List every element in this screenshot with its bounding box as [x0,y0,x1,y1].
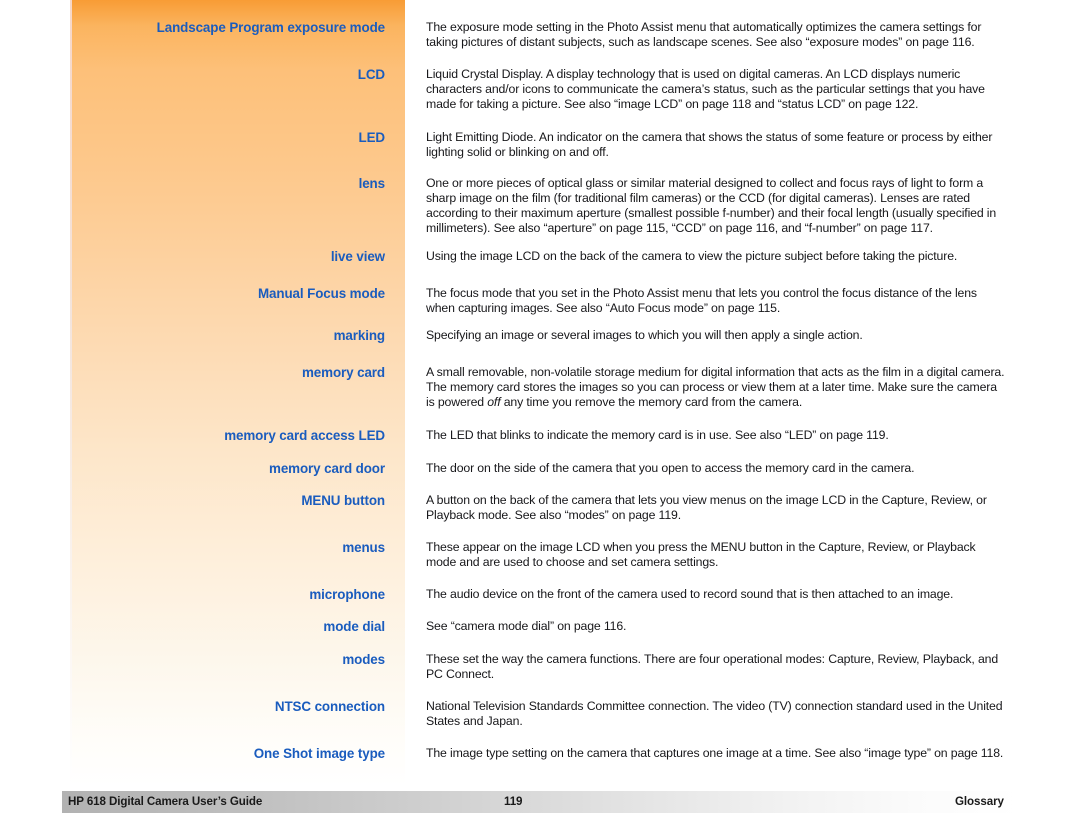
glossary-term: lens [358,176,386,191]
glossary-term: menus [342,540,385,555]
glossary-definition: Using the image LCD on the back of the c… [426,249,958,263]
glossary-definition: A button on the back of the camera that … [426,493,987,523]
glossary-term: memory card access LED [224,428,385,443]
glossary-term: marking [333,328,386,343]
glossary-term: MENU button [301,493,385,508]
glossary-definition: The door on the side of the camera that … [426,461,915,475]
glossary-term: Manual Focus mode [257,286,385,301]
glossary-definition: National Television Standards Committee … [426,699,1003,729]
glossary-term: live view [330,249,385,264]
footer-page-number: 119 [504,795,523,808]
footer-section-label: Glossary [955,795,1004,808]
glossary-definition: A small removable, non-volatile storage … [426,365,1006,410]
emphasis-text: off [487,395,501,410]
glossary-term: LED [358,130,386,145]
glossary-term: modes [342,652,385,667]
glossary-term: memory card door [269,461,385,476]
glossary-definition: The exposure mode setting in the Photo A… [426,20,982,50]
glossary-definition: The audio device on the front of the cam… [426,587,954,601]
glossary-term: LCD [357,67,385,82]
glossary-term: One Shot image type [253,746,385,761]
glossary-definition: Specifying an image or several images to… [426,328,863,342]
glossary-definition: One or more pieces of optical glass or s… [426,176,997,236]
definition-text: any time you remove the memory card from… [500,395,803,410]
glossary-definition: The LED that blinks to indicate the memo… [426,428,889,442]
glossary-definition: These appear on the image LCD when you p… [426,540,976,570]
glossary-term: mode dial [323,619,385,634]
glossary-term: Landscape Program exposure mode [156,20,385,35]
glossary-definition: See “camera mode dial” on page 116. [426,619,627,633]
glossary-term: microphone [309,587,385,602]
footer-document-title: HP 618 Digital Camera User’s Guide [68,795,263,808]
glossary-page: Landscape Program exposure mode The expos… [0,0,1080,834]
glossary-definition: Light Emitting Diode. An indicator on th… [426,130,993,160]
glossary-term: memory card [301,365,385,380]
glossary-definition: Liquid Crystal Display. A display techno… [426,67,985,112]
glossary-term: NTSC connection [274,699,385,714]
glossary-entry-list: Landscape Program exposure mode The expos… [0,0,1080,786]
glossary-definition: The focus mode that you set in the Photo… [426,286,977,316]
glossary-definition: The image type setting on the camera tha… [426,746,1004,760]
glossary-definition: These set the way the camera functions. … [426,652,999,682]
